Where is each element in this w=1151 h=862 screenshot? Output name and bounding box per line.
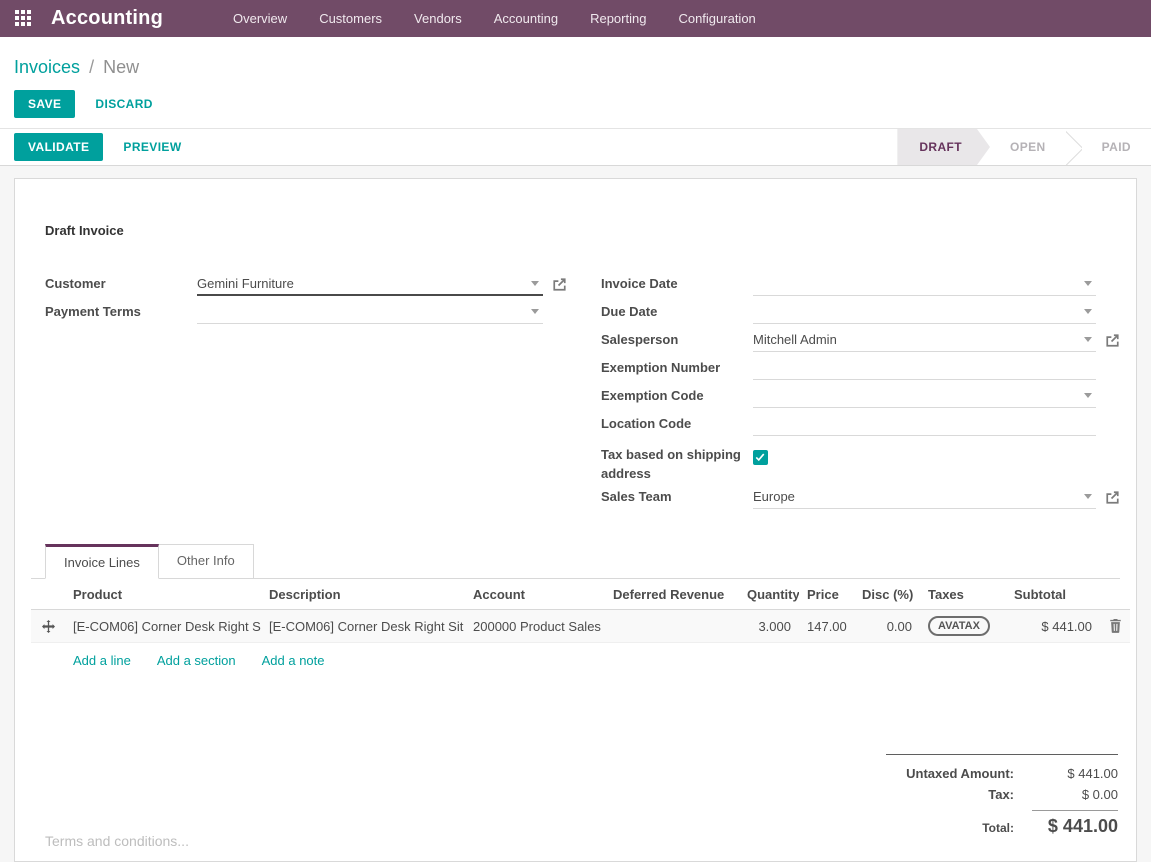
drag-handle-icon[interactable]: [31, 610, 65, 643]
customer-value[interactable]: Gemini Furniture: [197, 276, 527, 291]
main-menu: Overview Customers Vendors Accounting Re…: [221, 1, 768, 36]
status-pipeline: DRAFT OPEN PAID: [897, 129, 1151, 165]
add-a-line-link[interactable]: Add a line: [73, 653, 131, 668]
due-date-field[interactable]: [753, 300, 1096, 324]
sales-team-caret-down-icon[interactable]: [1084, 494, 1092, 499]
menu-accounting[interactable]: Accounting: [482, 1, 570, 36]
payment-terms-caret-down-icon[interactable]: [531, 309, 539, 314]
breadcrumb-invoices[interactable]: Invoices: [14, 57, 80, 77]
tax-label: Tax:: [988, 787, 1014, 802]
untaxed-amount-label: Untaxed Amount:: [906, 766, 1014, 781]
form-title: Draft Invoice: [45, 223, 1120, 238]
top-navbar: Accounting Overview Customers Vendors Ac…: [0, 0, 1151, 37]
terms-and-conditions-input[interactable]: Terms and conditions...: [31, 829, 1120, 853]
customer-label: Customer: [45, 272, 197, 291]
tax-shipping-label: Tax based on shipping address: [601, 443, 753, 483]
due-date-caret-down-icon[interactable]: [1084, 309, 1092, 314]
col-header-subtotal: Subtotal: [1006, 579, 1100, 610]
salesperson-field[interactable]: Mitchell Admin: [753, 328, 1096, 352]
untaxed-amount-value: $ 441.00: [1032, 766, 1118, 781]
cell-subtotal[interactable]: $ 441.00: [1006, 610, 1100, 643]
control-panel: Invoices / New SAVE DISCARD: [0, 37, 1151, 128]
exemption-number-field[interactable]: [753, 356, 1096, 380]
apps-grid-icon[interactable]: [15, 10, 33, 28]
sales-team-field[interactable]: Europe: [753, 485, 1096, 509]
sales-team-value[interactable]: Europe: [753, 489, 1080, 504]
invoice-date-label: Invoice Date: [601, 272, 753, 291]
exemption-number-label: Exemption Number: [601, 356, 753, 375]
invoice-form-sheet: Draft Invoice Customer Gemini Furniture …: [14, 178, 1137, 862]
salesperson-external-link-icon[interactable]: [1105, 333, 1120, 348]
customer-caret-down-icon[interactable]: [531, 281, 539, 286]
sales-team-external-link-icon[interactable]: [1105, 490, 1120, 505]
line-add-links: Add a line Add a section Add a note: [31, 643, 1120, 678]
notebook-tabs: Invoice Lines Other Info: [45, 544, 1120, 579]
menu-configuration[interactable]: Configuration: [666, 1, 767, 36]
menu-vendors[interactable]: Vendors: [402, 1, 474, 36]
status-chevron-separator: [1066, 129, 1082, 165]
save-button[interactable]: SAVE: [14, 90, 75, 118]
tax-badge[interactable]: AVATAX: [928, 616, 990, 636]
salesperson-value[interactable]: Mitchell Admin: [753, 332, 1080, 347]
due-date-label: Due Date: [601, 300, 753, 319]
cell-deferred-revenue[interactable]: [605, 610, 739, 643]
salesperson-caret-down-icon[interactable]: [1084, 337, 1092, 342]
customer-field[interactable]: Gemini Furniture: [197, 272, 543, 296]
col-header-description: Description: [261, 579, 465, 610]
cell-discount[interactable]: 0.00: [854, 610, 920, 643]
breadcrumb: Invoices / New: [14, 57, 1137, 78]
menu-reporting[interactable]: Reporting: [578, 1, 658, 36]
invoice-lines-table: Product Description Account Deferred Rev…: [31, 579, 1130, 643]
invoice-date-caret-down-icon[interactable]: [1084, 281, 1092, 286]
location-code-field[interactable]: [753, 412, 1096, 436]
discard-button[interactable]: DISCARD: [81, 90, 166, 118]
sales-team-label: Sales Team: [601, 485, 753, 504]
tax-shipping-checkbox[interactable]: [753, 450, 768, 465]
tax-value: $ 0.00: [1032, 787, 1118, 802]
col-header-deferred-revenue: Deferred Revenue: [605, 579, 739, 610]
cell-product[interactable]: [E-COM06] Corner Desk Right Sit: [65, 610, 261, 643]
cell-quantity[interactable]: 3.000: [739, 610, 799, 643]
col-header-account: Account: [465, 579, 605, 610]
status-open[interactable]: OPEN: [990, 129, 1066, 165]
cell-taxes: AVATAX: [920, 610, 1006, 643]
exemption-code-field[interactable]: [753, 384, 1096, 408]
menu-customers[interactable]: Customers: [307, 1, 394, 36]
customer-external-link-icon[interactable]: [552, 277, 567, 292]
cell-description[interactable]: [E-COM06] Corner Desk Right Sit: [261, 610, 465, 643]
cell-price[interactable]: 147.00: [799, 610, 854, 643]
tab-invoice-lines[interactable]: Invoice Lines: [45, 544, 159, 579]
payment-terms-field[interactable]: [197, 300, 543, 324]
add-a-section-link[interactable]: Add a section: [157, 653, 236, 668]
breadcrumb-separator: /: [89, 57, 94, 77]
payment-terms-label: Payment Terms: [45, 300, 197, 319]
exemption-code-label: Exemption Code: [601, 384, 753, 403]
col-header-price: Price: [799, 579, 854, 610]
totals-block: Untaxed Amount: $ 441.00 Tax: $ 0.00 Tot…: [886, 754, 1118, 840]
location-code-label: Location Code: [601, 412, 753, 431]
salesperson-label: Salesperson: [601, 328, 753, 347]
status-draft[interactable]: DRAFT: [897, 129, 990, 165]
app-title: Accounting: [51, 7, 163, 30]
status-paid[interactable]: PAID: [1082, 129, 1151, 165]
invoice-line-row[interactable]: [E-COM06] Corner Desk Right Sit [E-COM06…: [31, 610, 1130, 643]
statusbar: VALIDATE PREVIEW DRAFT OPEN PAID: [0, 128, 1151, 166]
exemption-code-caret-down-icon[interactable]: [1084, 393, 1092, 398]
delete-line-trash-icon[interactable]: [1100, 610, 1130, 643]
add-a-note-link[interactable]: Add a note: [262, 653, 325, 668]
validate-button[interactable]: VALIDATE: [14, 133, 103, 161]
col-header-taxes: Taxes: [920, 579, 1006, 610]
preview-button[interactable]: PREVIEW: [109, 133, 195, 161]
col-header-quantity: Quantity: [739, 579, 799, 610]
col-header-product: Product: [65, 579, 261, 610]
tab-other-info[interactable]: Other Info: [159, 544, 254, 579]
cell-account[interactable]: 200000 Product Sales: [465, 610, 605, 643]
invoice-date-field[interactable]: [753, 272, 1096, 296]
col-header-discount: Disc (%): [854, 579, 920, 610]
breadcrumb-current: New: [103, 57, 139, 77]
menu-overview[interactable]: Overview: [221, 1, 299, 36]
